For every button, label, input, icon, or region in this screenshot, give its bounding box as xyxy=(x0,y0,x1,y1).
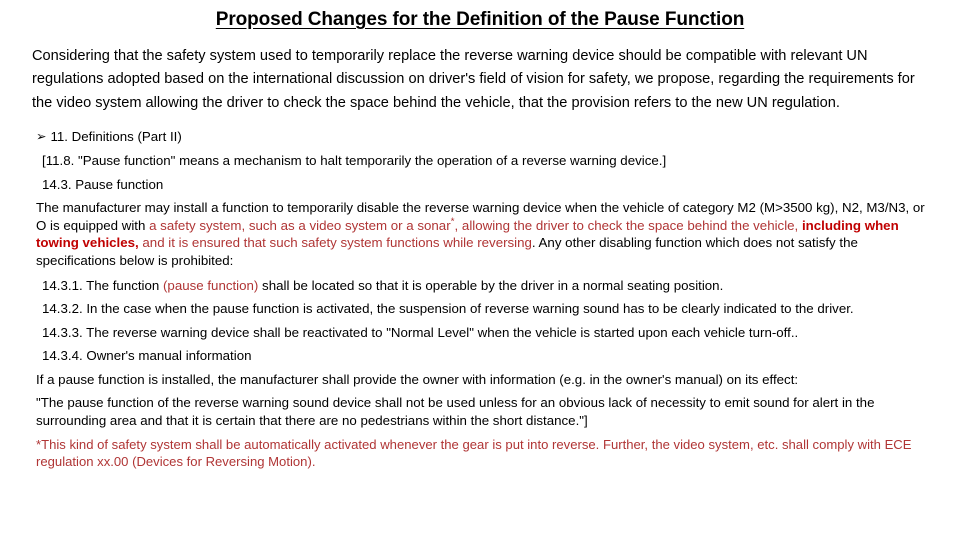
definition-line: [11.8. "Pause function" means a mechanis… xyxy=(42,152,667,168)
clause-14-3-1-segment-3: shall be located so that it is operable … xyxy=(258,277,724,293)
clause-14-3-1-segment-1: 14.3.1. The function xyxy=(42,277,163,293)
clause-14-3-1: 14.3.1. The function (pause function) sh… xyxy=(36,277,930,295)
body-block: ➢ 11. Definitions (Part II) [11.8. "Pause… xyxy=(36,128,930,470)
clause-14-3-2: 14.3.2. In the case when the pause funct… xyxy=(42,301,854,317)
quoted-text-paragraph: "The pause function of the reverse warni… xyxy=(36,395,875,429)
main-clause-segment-2-red: a safety system, such as a video system … xyxy=(149,217,451,233)
slide-root: Proposed Changes for the Definition of t… xyxy=(0,0,960,540)
footnote-paragraph: *This kind of safety system shall be aut… xyxy=(36,436,912,470)
clause-14-3-1-segment-2-red: (pause function) xyxy=(163,277,259,293)
title-area: Proposed Changes for the Definition of t… xyxy=(0,0,960,31)
page-title: Proposed Changes for the Definition of t… xyxy=(215,9,745,30)
manual-info-paragraph: If a pause function is installed, the ma… xyxy=(36,371,799,387)
intro-paragraph: Considering that the safety system used … xyxy=(32,47,915,111)
clause-14-3-3: 14.3.3. The reverse warning device shall… xyxy=(42,324,799,340)
main-clause-segment-5-red: and it is ensured that such safety syste… xyxy=(138,235,532,251)
clause-heading-14-3: 14.3. Pause function xyxy=(42,176,164,192)
arrow-bullet-icon: ➢ xyxy=(36,128,47,144)
clause-14-3-4: 14.3.4. Owner's manual information xyxy=(42,348,252,364)
bullet-heading-label: 11. Definitions (Part II) xyxy=(50,129,182,145)
main-clause-paragraph: The manufacturer may install a function … xyxy=(36,199,930,269)
main-clause-segment-3-red: , allowing the driver to check the space… xyxy=(454,217,802,233)
bullet-definitions-heading: ➢ 11. Definitions (Part II) xyxy=(36,128,930,146)
